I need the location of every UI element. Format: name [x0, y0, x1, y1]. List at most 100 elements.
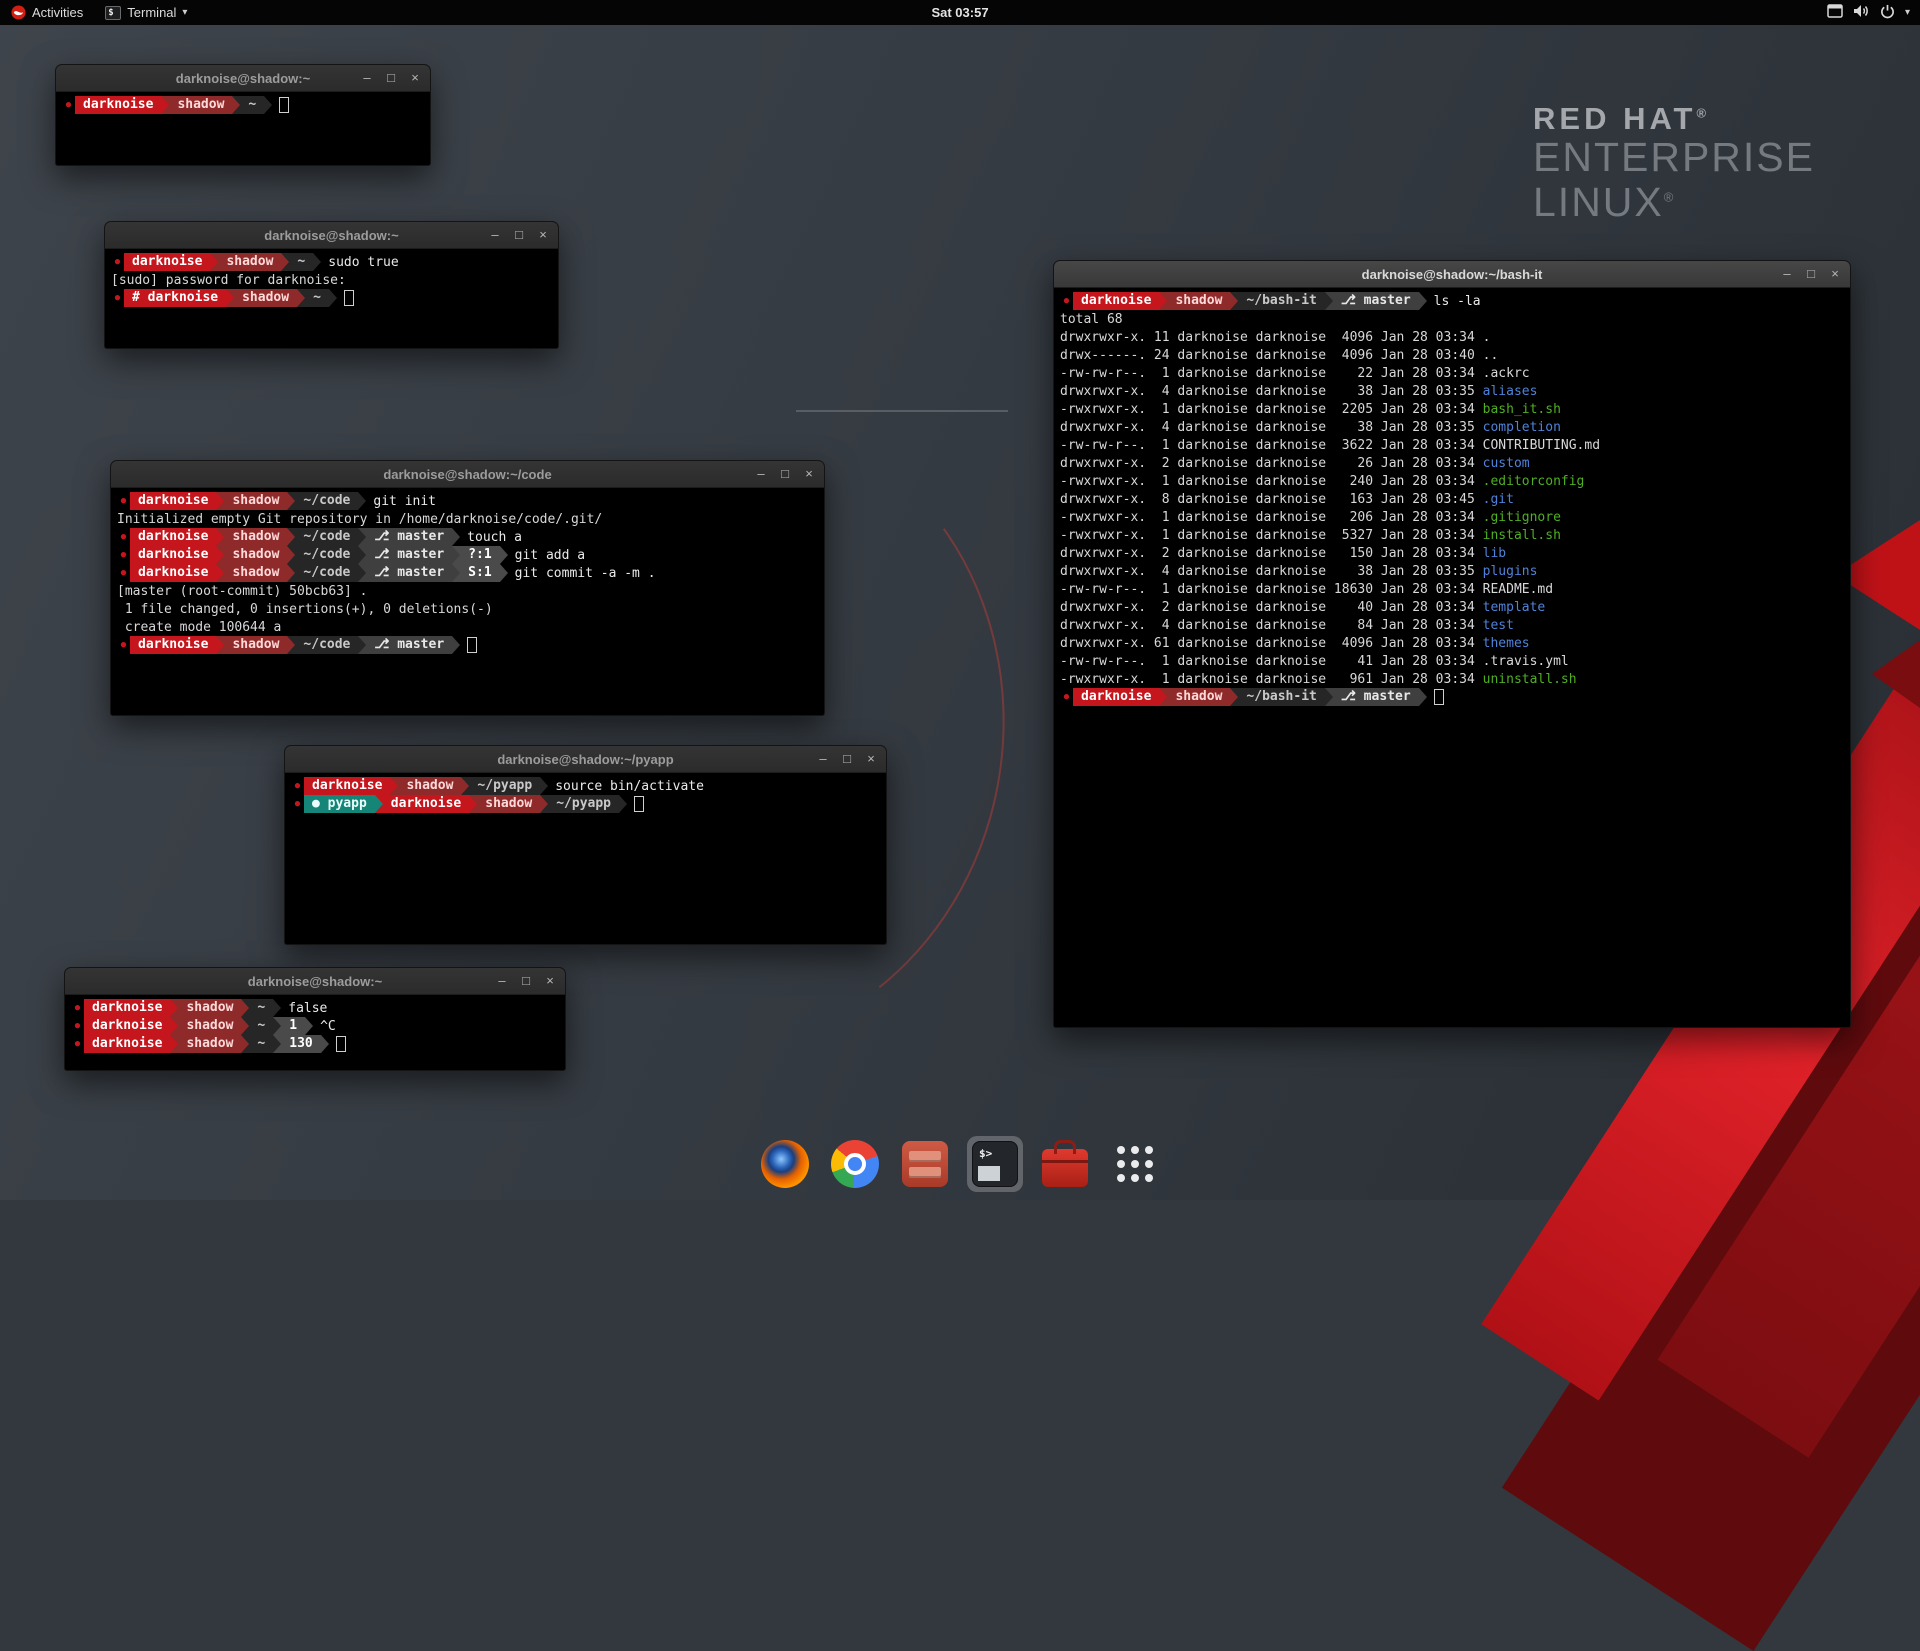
powerline-arrow-icon — [305, 1017, 313, 1035]
terminal-line: ●darknoiseshadow~/codegit init — [117, 492, 818, 510]
maximize-button[interactable]: □ — [840, 746, 854, 772]
prompt-segment-user: darknoise — [1073, 292, 1159, 310]
titlebar[interactable]: darknoise@shadow:~ – □ × — [105, 222, 558, 249]
minimize-button[interactable]: – — [754, 461, 768, 487]
terminal-text: plugins — [1483, 564, 1538, 579]
terminal-text: .editorconfig — [1483, 474, 1585, 489]
redhat-prompt-icon: ● — [1060, 692, 1073, 702]
titlebar[interactable]: darknoise@shadow:~/pyapp – □ × — [285, 746, 886, 773]
dock-firefox[interactable] — [757, 1136, 813, 1192]
prompt-segment-user: darknoise — [84, 1017, 170, 1035]
terminal-line: ●darknoiseshadow~/pyappsource bin/activa… — [291, 777, 880, 795]
brand-linux: LINUX® — [1533, 180, 1815, 224]
powerline-arrow-icon — [170, 1035, 178, 1053]
powerline-arrow-icon — [1230, 292, 1238, 310]
dock-google-chrome[interactable] — [827, 1136, 883, 1192]
window-list-icon[interactable] — [1827, 4, 1843, 21]
terminal-line: ●darknoiseshadow~sudo true — [111, 253, 552, 271]
dock-toolbox[interactable] — [1037, 1136, 1093, 1192]
terminal-body[interactable]: ●darknoiseshadow~/bash-it⎇ masterls -lat… — [1054, 288, 1850, 1027]
close-button[interactable]: × — [543, 968, 557, 994]
terminal-line: [master (root-commit) 50bcb63] . — [117, 582, 818, 600]
terminal-window-home-2[interactable]: darknoise@shadow:~ – □ × ●darknoiseshado… — [64, 967, 566, 1071]
terminal-window-bash-it[interactable]: darknoise@shadow:~/bash-it – □ × ● darkno… — [1053, 260, 1851, 1028]
minimize-button[interactable]: – — [495, 968, 509, 994]
prompt-segment-user: darknoise — [383, 795, 469, 813]
redhat-prompt-icon: ● — [117, 640, 130, 650]
dock-terminal[interactable]: $> — [967, 1136, 1023, 1192]
prompt-segment-user: darknoise — [130, 564, 216, 582]
terminal-cursor — [279, 97, 289, 113]
terminal-body[interactable]: ●darknoiseshadow~ — [56, 92, 430, 165]
terminal-text: install.sh — [1483, 528, 1561, 543]
terminal-line: -rwxrwxr-x. 1 darknoise darknoise 2205 J… — [1060, 400, 1844, 418]
powerline-arrow-icon — [452, 546, 460, 564]
titlebar[interactable]: darknoise@shadow:~/bash-it – □ × — [1054, 261, 1850, 288]
maximize-button[interactable]: □ — [519, 968, 533, 994]
titlebar[interactable]: darknoise@shadow:~ – □ × — [56, 65, 430, 92]
terminal-line: ●darknoiseshadow~/code⎇ master?:1git add… — [117, 546, 818, 564]
clock[interactable]: Sat 03:57 — [931, 5, 988, 20]
terminal-window-home-1[interactable]: darknoise@shadow:~ – □ × ●darknoiseshado… — [55, 64, 431, 166]
powerline-arrow-icon — [241, 1035, 249, 1053]
close-button[interactable]: × — [864, 746, 878, 772]
powerline-arrow-icon — [500, 564, 508, 582]
powerline-arrow-icon — [469, 795, 477, 813]
powerline-arrow-icon — [287, 564, 295, 582]
terminal-line: ●darknoiseshadow~ — [62, 96, 424, 114]
terminal-line: ●darknoiseshadow~/code⎇ masterS:1git com… — [117, 564, 818, 582]
chevron-down-icon[interactable]: ▾ — [1905, 7, 1910, 18]
terminal-text: bash_it.sh — [1483, 402, 1561, 417]
terminal-body[interactable]: ●darknoiseshadow~/pyappsource bin/activa… — [285, 773, 886, 944]
dock-show-applications[interactable] — [1107, 1136, 1163, 1192]
terminal-line: ●darknoiseshadow~/code⎇ master — [117, 636, 818, 654]
window-title: darknoise@shadow:~/code — [383, 467, 551, 482]
app-menu-terminal[interactable]: $ Terminal ▾ — [94, 0, 198, 25]
terminal-sheet — [978, 1166, 1000, 1181]
redhat-prompt-icon: ● — [111, 257, 124, 267]
close-button[interactable]: × — [408, 65, 422, 91]
terminal-window-home-sudo[interactable]: darknoise@shadow:~ – □ × ●darknoiseshado… — [104, 221, 559, 349]
power-icon[interactable] — [1880, 4, 1895, 22]
close-button[interactable]: × — [802, 461, 816, 487]
prompt-segment-path: ~ — [305, 289, 329, 307]
terminal-window-pyapp[interactable]: darknoise@shadow:~/pyapp – □ × ●darknois… — [284, 745, 887, 945]
activities-button[interactable]: Activities — [0, 0, 94, 25]
minimize-button[interactable]: – — [488, 222, 502, 248]
prompt-segment-git: ⎇ master — [366, 528, 452, 546]
dock-files[interactable] — [897, 1136, 953, 1192]
terminal-text: drwx------. 24 darknoise darknoise 4096 … — [1060, 348, 1483, 363]
powerline-arrow-icon — [161, 96, 169, 114]
maximize-button[interactable]: □ — [384, 65, 398, 91]
titlebar[interactable]: darknoise@shadow:~ – □ × — [65, 968, 565, 995]
close-button[interactable]: × — [536, 222, 550, 248]
prompt-segment-git: ⎇ master — [366, 564, 452, 582]
terminal-body[interactable]: ●darknoiseshadow~sudo true[sudo] passwor… — [105, 249, 558, 348]
minimize-button[interactable]: – — [816, 746, 830, 772]
terminal-text: CONTRIBUTING.md — [1483, 438, 1600, 453]
titlebar[interactable]: darknoise@shadow:~/code – □ × — [111, 461, 824, 488]
terminal-text: .gitignore — [1483, 510, 1561, 525]
prompt-segment-host: shadow — [1167, 688, 1230, 706]
terminal-text: [master (root-commit) 50bcb63] . — [117, 584, 367, 599]
volume-icon[interactable] — [1853, 4, 1870, 21]
window-title: darknoise@shadow:~ — [264, 228, 398, 243]
terminal-text: .ackrc — [1483, 366, 1530, 381]
powerline-arrow-icon — [287, 546, 295, 564]
terminal-window-code[interactable]: darknoise@shadow:~/code – □ × ●darknoise… — [110, 460, 825, 716]
terminal-line: total 68 — [1060, 310, 1844, 328]
terminal-body[interactable]: ●darknoiseshadow~false●darknoiseshadow~1… — [65, 995, 565, 1070]
close-button[interactable]: × — [1828, 261, 1842, 287]
app-menu-label: Terminal — [127, 5, 176, 20]
powerline-arrow-icon — [273, 1017, 281, 1035]
powerline-arrow-icon — [619, 795, 627, 813]
redhat-prompt-icon: ● — [117, 550, 130, 560]
maximize-button[interactable]: □ — [778, 461, 792, 487]
maximize-button[interactable]: □ — [512, 222, 526, 248]
maximize-button[interactable]: □ — [1804, 261, 1818, 287]
minimize-button[interactable]: – — [1780, 261, 1794, 287]
minimize-button[interactable]: – — [360, 65, 374, 91]
terminal-body[interactable]: ●darknoiseshadow~/codegit initInitialize… — [111, 488, 824, 715]
powerline-arrow-icon — [216, 492, 224, 510]
redhat-prompt-icon: ● — [117, 532, 130, 542]
